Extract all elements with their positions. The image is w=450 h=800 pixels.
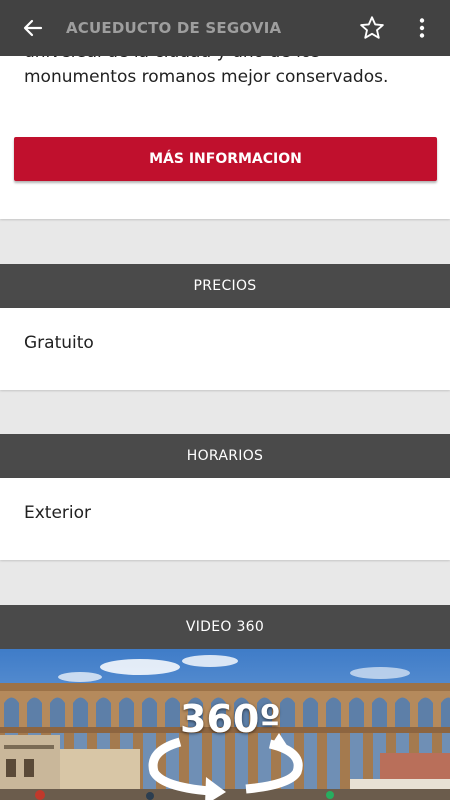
app-toolbar: ACUEDUCTO DE SEGOVIA — [0, 0, 450, 56]
prices-value: Gratuito — [24, 333, 94, 353]
video-360-badge: 360º — [180, 697, 281, 741]
page-title: ACUEDUCTO DE SEGOVIA — [66, 19, 282, 37]
favorite-button[interactable] — [350, 0, 394, 56]
overflow-menu-button[interactable] — [394, 0, 450, 56]
prices-header: PRECIOS — [0, 264, 450, 308]
video-header: VIDEO 360 — [0, 605, 450, 649]
video-360-thumbnail[interactable]: 360º — [0, 649, 450, 800]
more-info-button[interactable]: MÁS INFORMACION — [14, 137, 437, 181]
back-button[interactable] — [0, 0, 66, 56]
more-vert-icon — [419, 18, 425, 38]
description-line-2: monumentos romanos mejor conservados. — [24, 67, 389, 87]
hours-card: Exterior — [0, 478, 450, 560]
arrow-left-icon — [23, 19, 43, 37]
prices-card: Gratuito — [0, 308, 450, 390]
hours-header: HORARIOS — [0, 434, 450, 478]
star-outline-icon — [360, 16, 384, 39]
hours-value: Exterior — [24, 503, 92, 523]
